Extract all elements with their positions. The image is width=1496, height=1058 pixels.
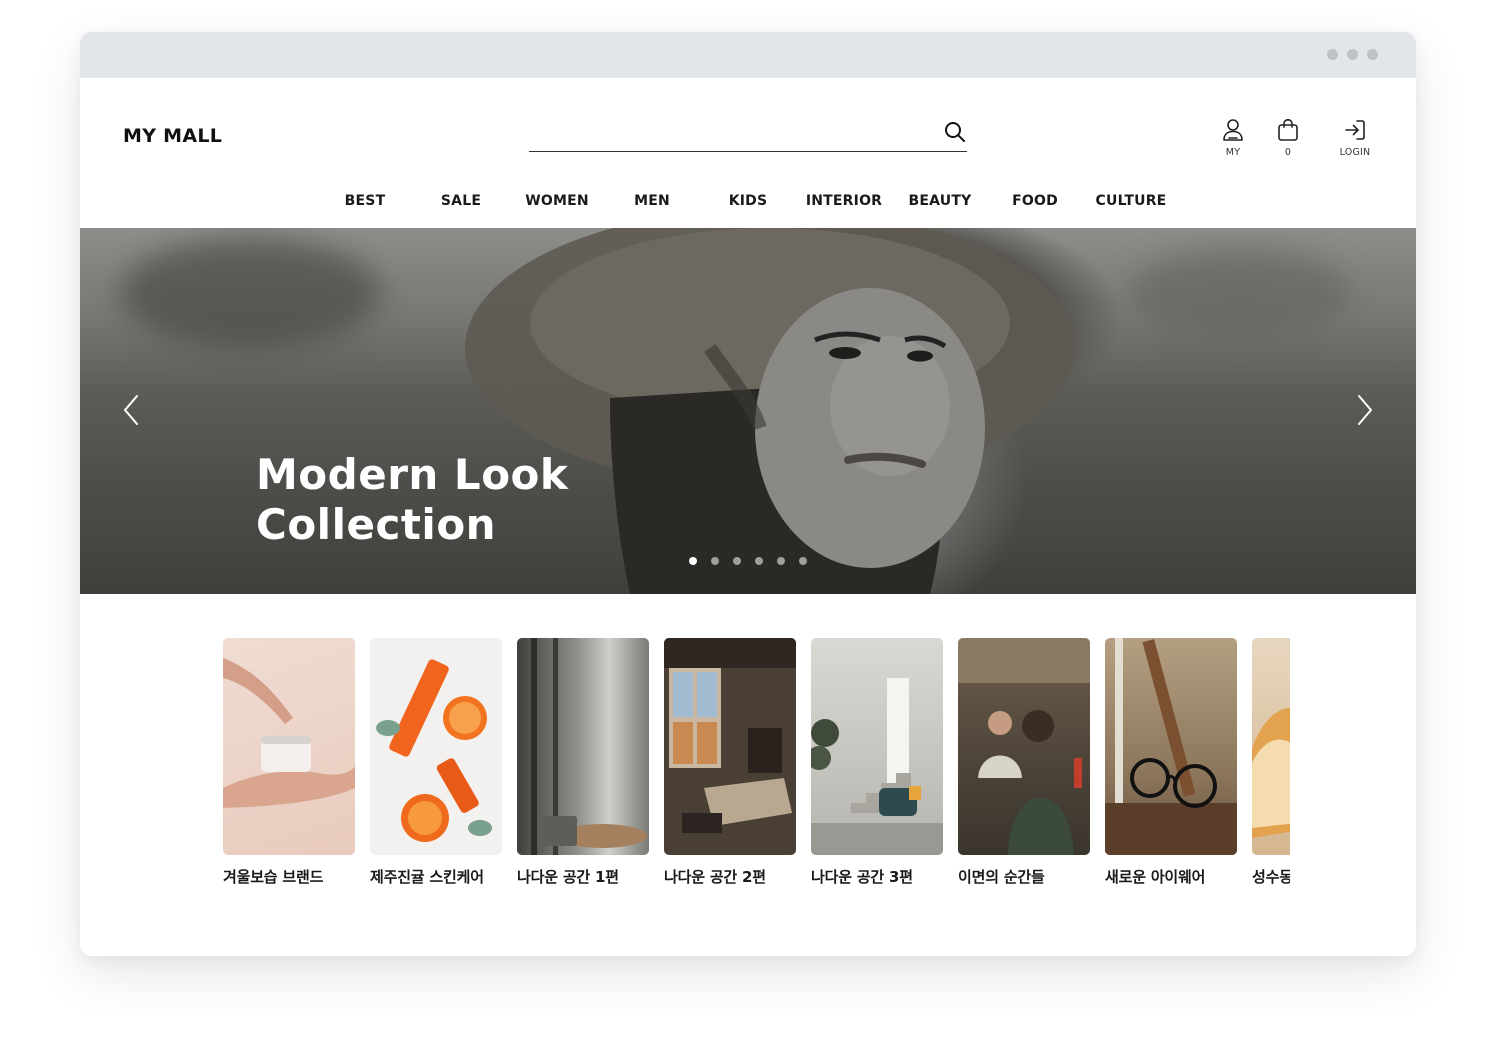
cart-count: 0 bbox=[1284, 147, 1292, 158]
card-label: 겨울보습 브랜드 bbox=[223, 868, 324, 886]
staircase-room-image bbox=[811, 678, 943, 855]
living-room-image bbox=[664, 638, 796, 833]
people-meeting-image bbox=[958, 638, 1090, 855]
pager-dot[interactable] bbox=[711, 557, 719, 565]
card-label: 나다운 공간 3편 bbox=[811, 868, 913, 886]
window-dot[interactable] bbox=[1367, 49, 1378, 60]
eyewear-image bbox=[1105, 638, 1237, 855]
card-thumbnail bbox=[223, 638, 355, 855]
window-dot[interactable] bbox=[1347, 49, 1358, 60]
hero-banner[interactable]: Modern Look Collection bbox=[80, 228, 1416, 594]
shopping-bag-icon bbox=[1278, 118, 1298, 141]
nav-item-interior[interactable]: INTERIOR bbox=[806, 193, 882, 209]
window-titlebar bbox=[80, 32, 1416, 78]
nav-item-women[interactable]: WOMEN bbox=[525, 193, 589, 209]
site-header: MY MALL MY 0 LOGIN BEST SALE WOMEN MEN K… bbox=[80, 78, 1416, 228]
site-logo[interactable]: MY MALL bbox=[123, 125, 222, 147]
nav-item-culture[interactable]: CULTURE bbox=[1096, 193, 1167, 209]
card-label: 나다운 공간 1편 bbox=[517, 868, 619, 886]
curation-card[interactable]: 겨울보습 브랜드 bbox=[223, 638, 355, 887]
search-input[interactable] bbox=[529, 116, 919, 148]
card-thumbnail bbox=[1105, 638, 1237, 855]
chevron-right-icon[interactable] bbox=[1352, 392, 1376, 428]
pager-dot[interactable] bbox=[777, 557, 785, 565]
curation-card[interactable]: 이면의 순간들 bbox=[958, 638, 1090, 887]
nav-item-food[interactable]: FOOD bbox=[1012, 193, 1058, 209]
my-page-button[interactable]: MY bbox=[1220, 118, 1246, 158]
search-bar bbox=[529, 116, 967, 152]
hero-tree-shape bbox=[1130, 248, 1350, 338]
search-icon[interactable] bbox=[943, 120, 967, 144]
nav-item-beauty[interactable]: BEAUTY bbox=[909, 193, 972, 209]
pager-dot[interactable] bbox=[799, 557, 807, 565]
card-label: 제주진귤 스킨케어 bbox=[370, 868, 484, 886]
window-controls bbox=[1327, 49, 1378, 60]
hero-title-line: Modern Look bbox=[256, 450, 569, 499]
pager-dot[interactable] bbox=[733, 557, 741, 565]
hero-title-line: Collection bbox=[256, 500, 497, 549]
curation-card[interactable]: 나다운 공간 2편 bbox=[664, 638, 796, 887]
pager-dot[interactable] bbox=[755, 557, 763, 565]
browser-window: MY MALL MY 0 LOGIN BEST SALE WOMEN MEN K… bbox=[80, 32, 1416, 956]
login-button[interactable]: LOGIN bbox=[1336, 118, 1374, 158]
user-icon bbox=[1223, 119, 1243, 141]
curation-carousel: 겨울보습 브랜드 제주진귤 스킨케어 나다운 공간 1편 나다운 공간 2편 나… bbox=[223, 638, 1290, 898]
my-label: MY bbox=[1225, 147, 1241, 158]
bakery-image bbox=[1252, 708, 1290, 838]
curation-card[interactable]: 제주진귤 스킨케어 bbox=[370, 638, 502, 887]
card-label: 성수동 bbox=[1252, 868, 1290, 886]
curation-card[interactable]: 나다운 공간 3편 bbox=[811, 638, 943, 887]
card-label: 새로운 아이웨어 bbox=[1105, 868, 1206, 886]
card-label: 이면의 순간들 bbox=[958, 868, 1045, 886]
nav-item-sale[interactable]: SALE bbox=[441, 193, 481, 209]
cart-button[interactable]: 0 bbox=[1275, 118, 1301, 158]
header-actions: MY 0 LOGIN bbox=[1220, 118, 1374, 158]
card-thumbnail bbox=[664, 638, 796, 855]
login-label: LOGIN bbox=[1339, 147, 1371, 158]
hero-tree-shape bbox=[120, 238, 380, 348]
hero-title: Modern Look Collection bbox=[256, 450, 568, 550]
curation-card[interactable]: 나다운 공간 1편 bbox=[517, 638, 649, 887]
slide-pager bbox=[689, 557, 807, 565]
curation-card[interactable]: 성수동 bbox=[1252, 638, 1290, 887]
interior-room-image bbox=[531, 638, 647, 855]
login-icon bbox=[1345, 120, 1365, 140]
card-thumbnail bbox=[811, 638, 943, 855]
card-label: 나다운 공간 2편 bbox=[664, 868, 766, 886]
card-thumbnail bbox=[958, 638, 1090, 855]
card-thumbnail bbox=[1252, 638, 1290, 855]
citrus-skincare-image bbox=[376, 659, 492, 842]
category-nav: BEST SALE WOMEN MEN KIDS INTERIOR BEAUTY… bbox=[80, 193, 1416, 213]
card-thumbnail bbox=[370, 638, 502, 855]
pager-dot[interactable] bbox=[689, 557, 697, 565]
chevron-left-icon[interactable] bbox=[120, 392, 144, 428]
nav-item-kids[interactable]: KIDS bbox=[729, 193, 768, 209]
curation-card[interactable]: 새로운 아이웨어 bbox=[1105, 638, 1237, 887]
nav-item-best[interactable]: BEST bbox=[345, 193, 386, 209]
card-thumbnail bbox=[517, 638, 649, 855]
cream-jar-image bbox=[223, 658, 355, 808]
nav-item-men[interactable]: MEN bbox=[634, 193, 670, 209]
window-dot[interactable] bbox=[1327, 49, 1338, 60]
